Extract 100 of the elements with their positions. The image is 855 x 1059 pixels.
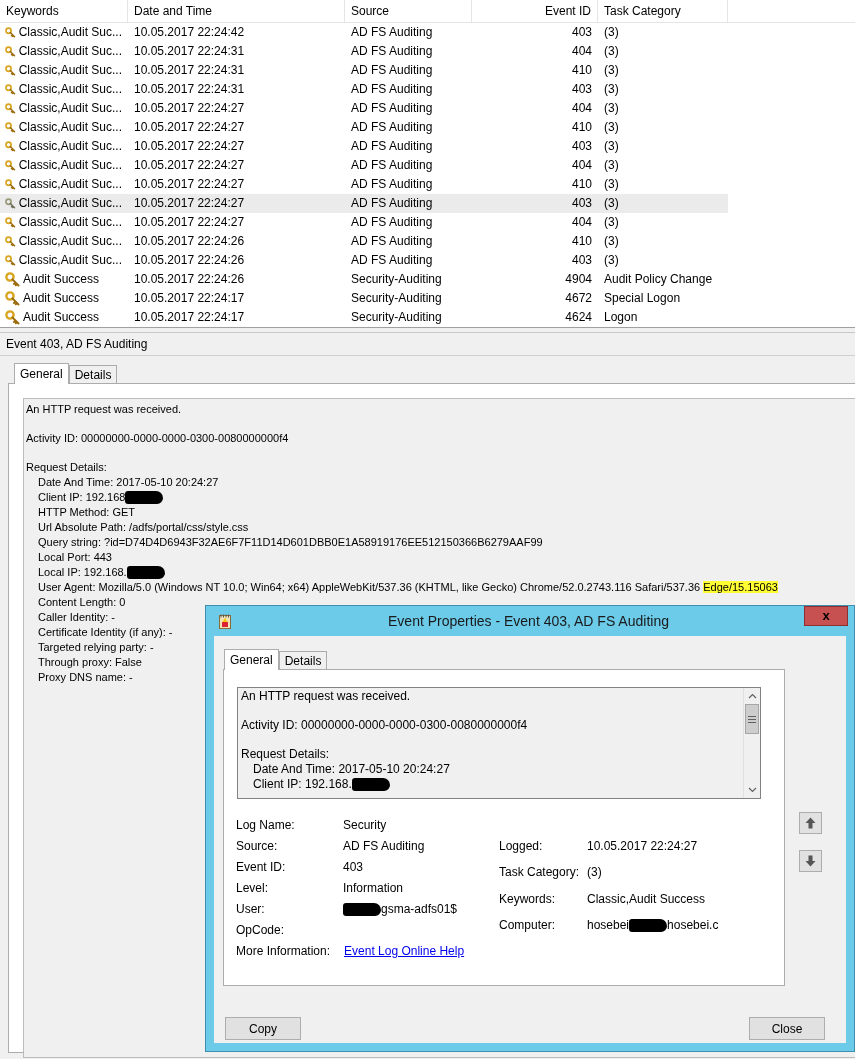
table-cell-text: Classic,Audit Suc...: [18, 24, 122, 41]
tab[interactable]: General: [14, 363, 69, 384]
table-cell-text: Classic,Audit Suc...: [18, 176, 122, 193]
redaction-mark: [126, 566, 165, 579]
field-value: Classic,Audit Success: [587, 891, 706, 907]
dialog-button[interactable]: Copy: [225, 1017, 301, 1040]
field-value: (3): [587, 865, 602, 881]
field-label: Event ID:: [236, 859, 287, 876]
table-cell-text: AD FS Auditing: [350, 157, 434, 174]
field-value: gsma-adfs01$: [381, 902, 458, 917]
help-link[interactable]: Event Log Online Help: [344, 941, 465, 962]
table-cell-text: AD FS Auditing: [350, 24, 434, 41]
table-cell-text: 10.05.2017 22:24:27: [133, 100, 246, 117]
table-cell-text: Security-Auditing: [350, 290, 443, 307]
detail-text: Local IP: 192.168.: [38, 565, 127, 580]
down-arrow-icon: [805, 855, 816, 867]
column-header[interactable]: Keywords: [0, 0, 128, 22]
table-cell-text: Classic,Audit Suc...: [18, 62, 122, 79]
field-label: Logged:: [499, 838, 544, 855]
key-icon: [5, 272, 20, 287]
table-cell-text: AD FS Auditing: [350, 252, 434, 269]
table-cell-text: Security-Auditing: [350, 271, 443, 288]
field-value: hosebei: [587, 917, 630, 933]
key-icon: [5, 215, 16, 230]
table-cell-text: 410: [570, 62, 593, 79]
table-cell-text: AD FS Auditing: [350, 43, 434, 60]
key-icon: [5, 120, 16, 135]
table-cell-text: Audit Success: [23, 271, 100, 288]
scroll-down-icon[interactable]: [747, 787, 757, 793]
table-cell-text: (3): [603, 252, 620, 269]
detail-text: Client IP: 192.168: [38, 490, 126, 505]
field-value: Security: [343, 818, 387, 833]
table-cell-text: (3): [603, 176, 620, 193]
grip-icon: [748, 715, 756, 723]
table-cell-text: 403: [570, 195, 593, 212]
table-cell-text: Classic,Audit Suc...: [18, 81, 122, 98]
table-cell-text: Audit Success: [23, 290, 100, 307]
table-cell-text: 10.05.2017 22:24:26: [133, 233, 246, 250]
table-cell-text: 403: [570, 138, 593, 155]
detail-text: An HTTP request was received.: [241, 689, 411, 704]
field-label: Level:: [236, 880, 270, 897]
table-cell-text: AD FS Auditing: [350, 214, 434, 231]
key-icon: [5, 82, 16, 97]
dialog-title: Event Properties - Event 403, AD FS Auditing: [387, 613, 670, 629]
previous-event-button[interactable]: [799, 812, 822, 834]
table-cell-text: (3): [603, 157, 620, 174]
column-header[interactable]: Event ID: [472, 0, 598, 22]
table-cell-text: (3): [603, 214, 620, 231]
table-cell-text: 403: [570, 252, 593, 269]
table-cell-text: 10.05.2017 22:24:31: [133, 43, 246, 60]
field-label: User:: [236, 901, 266, 918]
table-cell-text: (3): [603, 138, 620, 155]
key-icon: [5, 25, 16, 40]
table-cell-text: Logon: [603, 309, 639, 326]
detail-text: User Agent: Mozilla/5.0 (Windows NT 10.0; Win64; x64) AppleWebKit/537.36 (KHTML, like Gecko) Chrome/52.0.2743.116 Safari/537.36 Edge/15.15063: [38, 580, 778, 595]
key-icon: [5, 139, 16, 154]
tab[interactable]: Details: [68, 365, 118, 383]
table-cell-text: 10.05.2017 22:24:31: [133, 62, 246, 79]
column-header[interactable]: Date and Time: [128, 0, 345, 22]
table-cell-text: Classic,Audit Suc...: [18, 195, 122, 212]
table-cell-text: Classic,Audit Suc...: [18, 100, 122, 117]
table-cell-text: (3): [603, 195, 620, 212]
table-cell-text: 410: [570, 233, 593, 250]
table-cell-text: (3): [603, 62, 620, 79]
column-header[interactable]: Source: [345, 0, 472, 22]
key-icon: [5, 177, 16, 192]
table-cell-text: AD FS Auditing: [350, 138, 434, 155]
field-label: OpCode:: [236, 922, 286, 939]
table-cell-text: 4624: [564, 309, 593, 326]
table-cell-text: 4672: [564, 290, 593, 307]
redaction-mark: [629, 918, 668, 932]
tab[interactable]: General: [224, 649, 279, 670]
table-cell-text: Classic,Audit Suc...: [18, 138, 122, 155]
table-cell-text: AD FS Auditing: [350, 195, 434, 212]
table-cell-text: 10.05.2017 22:24:42: [133, 24, 246, 41]
table-cell-text: 10.05.2017 22:24:31: [133, 81, 246, 98]
key-icon: [5, 310, 20, 325]
detail-text: Activity ID: 00000000-0000-0000-0300-0080000000f4: [241, 718, 528, 733]
field-value: 403: [343, 860, 364, 875]
next-event-button[interactable]: [799, 850, 822, 872]
key-icon: [5, 63, 16, 78]
field-label: More Information:: [236, 943, 331, 960]
scroll-up-icon[interactable]: [747, 693, 757, 699]
redaction-mark: [343, 903, 381, 916]
table-cell-text: AD FS Auditing: [350, 100, 434, 117]
table-cell-text: Audit Policy Change: [603, 271, 714, 288]
window-close-button[interactable]: x: [804, 606, 848, 626]
table-cell-text: AD FS Auditing: [350, 81, 434, 98]
field-label: Computer:: [499, 916, 557, 934]
table-cell-text: (3): [603, 24, 620, 41]
up-arrow-icon: [805, 817, 816, 829]
tab[interactable]: Details: [278, 651, 328, 669]
column-header[interactable]: Task Category: [598, 0, 728, 22]
key-icon: [5, 234, 16, 249]
detail-text: Request Details:: [241, 747, 330, 762]
scrollbar[interactable]: [743, 688, 760, 798]
table-cell-text: 410: [570, 119, 593, 136]
detail-text: Local Port: 443: [38, 550, 112, 565]
dialog-button[interactable]: Close: [749, 1017, 825, 1040]
redaction-mark: [351, 778, 390, 791]
